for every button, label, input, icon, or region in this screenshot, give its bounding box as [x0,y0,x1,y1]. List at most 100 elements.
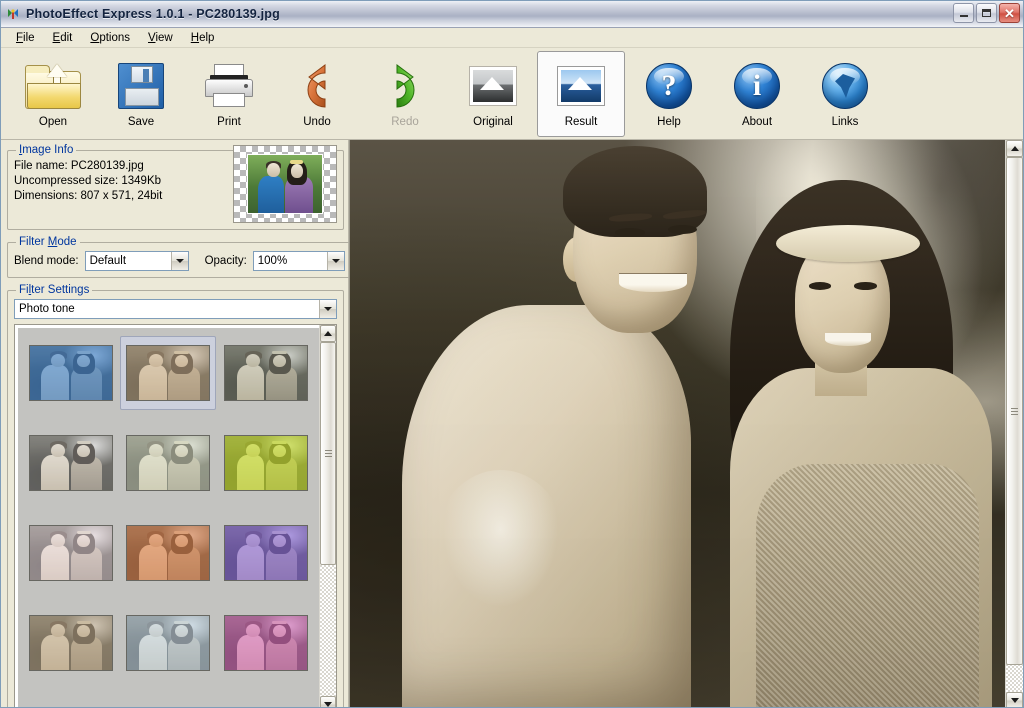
image-info-group: Image Info File name: PC280139.jpg Uncom… [7,144,344,230]
menu-item-options[interactable]: Options [81,30,139,46]
thumbnail-image [28,615,113,671]
filter-preset-select[interactable]: Photo tone [14,299,337,319]
application-window: PhotoEffect Express 1.0.1 - PC280139.jpg… [0,0,1024,708]
filter-thumbnail-magenta-tone[interactable] [218,606,314,680]
toolbar-label-redo: Redo [391,116,419,128]
toolbar-label-open: Open [38,116,68,128]
image-info-legend: Image Info [19,144,74,156]
thumbnail-image [126,615,211,671]
thumbnail-image [28,525,113,581]
undo-arrow-icon [291,62,343,110]
blend-mode-select[interactable]: Default [84,251,189,271]
opacity-select[interactable]: 100% [252,251,345,271]
filter-mode-legend: Filter Mode [19,236,77,248]
printer-icon [204,64,254,108]
filter-list-scrollbar[interactable] [319,325,336,707]
toolbar-button-original[interactable]: Original [449,51,537,137]
toolbar-button-result[interactable]: Result [537,51,625,137]
info-icon: i [734,63,780,109]
filter-preset-value: Photo tone [19,303,75,315]
toolbar: Open Save Print Undo Redo Original Resul… [1,48,1023,140]
restore-button[interactable] [976,3,997,23]
blend-mode-label: Blend mode: [14,255,79,267]
filter-thumbnail-orange-tone[interactable] [120,516,216,590]
filter-thumbnail-pale-pink-tone[interactable] [23,516,119,590]
toolbar-button-save[interactable]: Save [97,51,185,137]
menu-bar: File Edit Options View Help [1,28,1023,48]
menu-item-view[interactable]: View [139,30,182,46]
toolbar-label-undo: Undo [303,116,331,128]
thumbnail-row [18,598,319,688]
filter-thumbnail-list [14,324,337,707]
toolbar-label-print: Print [217,116,241,128]
redo-arrow-icon [379,62,431,110]
info-file-name: File name: PC280139.jpg [14,160,144,172]
window-controls: ✕ [953,3,1020,23]
image-info-text: File name: PC280139.jpg Uncompressed siz… [14,159,227,218]
chevron-down-icon[interactable] [170,252,188,270]
toolbar-label-links: Links [831,116,859,128]
toolbar-button-print[interactable]: Print [185,51,273,137]
scroll-up-button[interactable] [320,325,336,342]
filter-thumbnail-pale-sage-tone[interactable] [120,426,216,500]
info-dimensions: Dimensions: 807 x 571, 24bit [14,190,163,202]
thumbnail-image [126,435,211,491]
title-bar[interactable]: PhotoEffect Express 1.0.1 - PC280139.jpg… [1,1,1023,28]
scroll-thumb[interactable] [320,342,336,566]
toolbar-button-open[interactable]: Open [9,51,97,137]
toolbar-button-help[interactable]: ? Help [625,51,713,137]
scroll-down-button[interactable] [320,696,336,707]
toolbar-button-about[interactable]: i About [713,51,801,137]
minimize-button[interactable] [953,3,974,23]
preview-scroll-down-button[interactable] [1006,692,1023,707]
filter-thumbnail-pale-blue-tone[interactable] [120,606,216,680]
open-folder-icon [25,63,81,109]
filter-thumbnail-blue-tone[interactable] [23,336,119,410]
toolbar-button-undo[interactable]: Undo [273,51,361,137]
filter-thumbnail-neutral-grey-tone[interactable] [23,426,119,500]
filter-thumbnail-grey-green-tone[interactable] [218,336,314,410]
chevron-down-icon[interactable] [319,300,336,318]
scroll-track[interactable] [320,342,336,696]
main-content: Image Info File name: PC280139.jpg Uncom… [1,140,1023,707]
filter-thumbnail-tan-sepia-tone[interactable] [23,606,119,680]
thumbnail-row [18,418,319,508]
filter-thumbnail-purple-tone[interactable] [218,516,314,590]
photo-original-icon [469,66,517,106]
preview-scroll-thumb[interactable] [1006,157,1023,666]
thumbnail-image [224,345,309,401]
filter-settings-group: Filter Settings Photo tone [7,284,344,707]
preview-scroll-track[interactable] [1006,157,1023,692]
globe-icon [822,63,868,109]
menu-item-help[interactable]: Help [182,30,224,46]
preview-scrollbar[interactable] [1005,140,1023,707]
toolbar-label-about: About [741,116,773,128]
filter-thumbnail-sepia-tone[interactable] [120,336,217,410]
thumbnail-image [28,435,113,491]
opacity-value: 100% [257,255,288,267]
chevron-down-icon[interactable] [326,252,344,270]
preview-area [349,140,1023,707]
toolbar-label-help: Help [657,116,681,128]
opacity-label: Opacity: [204,255,247,267]
source-image-thumbnail[interactable] [233,145,337,223]
blend-mode-value: Default [89,255,127,267]
thumbnail-image [224,615,309,671]
thumbnail-image [126,525,211,581]
filter-thumbnail-lime-yellow-tone[interactable] [218,426,314,500]
toolbar-button-redo[interactable]: Redo [361,51,449,137]
result-preview-image[interactable] [350,140,1005,707]
close-icon: ✕ [1004,5,1015,21]
floppy-disk-icon [118,63,164,109]
menu-item-file[interactable]: File [7,30,44,46]
left-settings-panel: Image Info File name: PC280139.jpg Uncom… [1,140,352,707]
question-mark-icon: ? [646,63,692,109]
preview-scroll-up-button[interactable] [1006,140,1023,157]
filter-settings-legend: Filter Settings [19,284,90,296]
thumbnail-row [18,508,319,598]
menu-item-edit[interactable]: Edit [44,30,82,46]
toolbar-button-links[interactable]: Links [801,51,889,137]
thumbnail-image [224,435,309,491]
close-button[interactable]: ✕ [999,3,1020,23]
thumbnail-image [126,345,211,401]
